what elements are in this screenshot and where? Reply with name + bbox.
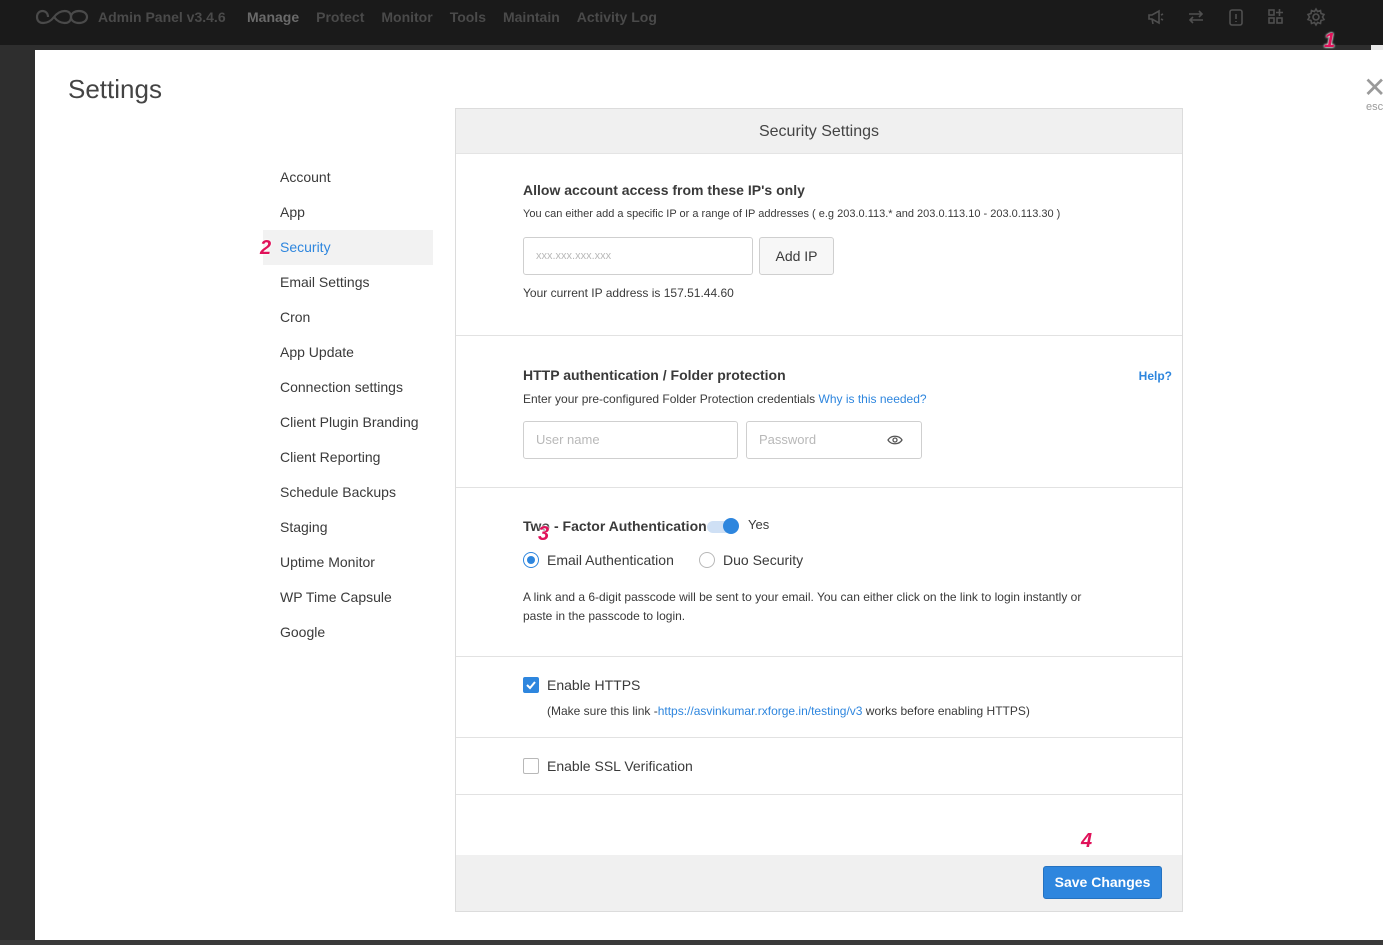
toggle-yes-label: Yes <box>748 517 770 532</box>
sidebar-item-security[interactable]: Security <box>263 230 433 265</box>
sidebar-item-app[interactable]: App <box>263 195 433 230</box>
ip-access-title: Allow account access from these IP's onl… <box>523 182 805 198</box>
current-ip-text: Your current IP address is 157.51.44.60 <box>523 286 734 300</box>
https-test-link[interactable]: https://asvinkumar.rxforge.in/testing/v3 <box>658 704 863 718</box>
sidebar-item-cron[interactable]: Cron <box>263 300 433 335</box>
infinity-logo-icon[interactable] <box>34 5 90 29</box>
sidebar-item-uptime-monitor[interactable]: Uptime Monitor <box>263 545 433 580</box>
modal-title: Settings <box>68 74 162 104</box>
add-ip-button[interactable]: Add IP <box>759 237 834 275</box>
nav-tools[interactable]: Tools <box>450 9 486 25</box>
duo-security-label[interactable]: Duo Security <box>723 552 803 568</box>
app-title: Admin Panel v3.4.6 <box>98 9 226 25</box>
two-factor-description-1: A link and a 6-digit passcode will be se… <box>523 590 1082 604</box>
two-factor-toggle[interactable] <box>707 518 739 534</box>
email-auth-radio[interactable] <box>523 552 539 568</box>
sidebar-item-email-settings[interactable]: Email Settings <box>263 265 433 300</box>
close-icon[interactable]: ✕ <box>1363 74 1383 102</box>
sidebar-item-schedule-backups[interactable]: Schedule Backups <box>263 475 433 510</box>
eye-icon[interactable] <box>887 434 903 446</box>
main-nav: Manage Protect Monitor Tools Maintain Ac… <box>247 9 674 25</box>
settings-sidebar: Account App Security Email Settings Cron… <box>263 160 433 650</box>
transfer-icon[interactable] <box>1186 7 1208 29</box>
annotation-4: 4 <box>1081 830 1093 852</box>
sidebar-item-client-reporting[interactable]: Client Reporting <box>263 440 433 475</box>
nav-monitor[interactable]: Monitor <box>381 9 432 25</box>
https-section: Enable HTTPS (Make sure this link -https… <box>456 657 1182 738</box>
enable-ssl-checkbox[interactable] <box>523 758 539 774</box>
bottom-strip <box>0 940 1383 945</box>
annotation-3: 3 <box>538 523 550 545</box>
save-changes-button[interactable]: Save Changes <box>1043 866 1162 899</box>
http-auth-title: HTTP authentication / Folder protection <box>523 367 786 383</box>
password-input[interactable]: Password <box>746 421 922 459</box>
ip-access-section: Allow account access from these IP's onl… <box>456 155 1182 336</box>
sidebar-item-connection-settings[interactable]: Connection settings <box>263 370 433 405</box>
enable-https-checkbox[interactable] <box>523 677 539 693</box>
check-icon <box>526 681 536 690</box>
gear-icon[interactable] <box>1306 7 1328 29</box>
sidebar-item-google[interactable]: Google <box>263 615 433 650</box>
settings-modal: Settings ✕ esc Account App Security Emai… <box>35 50 1383 940</box>
close-esc-label: esc <box>1366 101 1383 113</box>
ip-access-subtitle: You can either add a specific IP or a ra… <box>523 208 1061 220</box>
password-placeholder: Password <box>759 432 817 447</box>
sidebar-item-client-plugin-branding[interactable]: Client Plugin Branding <box>263 405 433 440</box>
toggle-knob <box>723 518 739 534</box>
ssl-section: Enable SSL Verification <box>456 738 1182 795</box>
duo-security-radio[interactable] <box>699 552 715 568</box>
addons-icon[interactable] <box>1266 7 1288 29</box>
two-factor-section: Two - Factor Authentication Yes Email Aut… <box>456 488 1182 657</box>
https-note: (Make sure this link -https://asvinkumar… <box>547 704 1030 718</box>
http-auth-subtitle-text: Enter your pre-configured Folder Protect… <box>523 392 816 406</box>
megaphone-icon[interactable] <box>1146 7 1168 29</box>
ip-address-input[interactable]: xxx.xxx.xxx.xxx <box>523 237 753 275</box>
enable-ssl-label[interactable]: Enable SSL Verification <box>547 758 693 774</box>
sidebar-item-app-update[interactable]: App Update <box>263 335 433 370</box>
email-auth-label[interactable]: Email Authentication <box>547 552 674 568</box>
http-auth-subtitle: Enter your pre-configured Folder Protect… <box>523 392 927 406</box>
two-factor-title-b: - Factor Authentication <box>553 518 707 534</box>
nav-activity-log[interactable]: Activity Log <box>577 9 657 25</box>
https-note-prefix: (Make sure this link - <box>547 704 658 718</box>
why-needed-link[interactable]: Why is this needed? <box>819 392 927 406</box>
https-note-suffix: works before enabling HTTPS) <box>862 704 1030 718</box>
sidebar-item-account[interactable]: Account <box>263 160 433 195</box>
annotation-2: 2 <box>260 237 272 259</box>
sidebar-item-staging[interactable]: Staging <box>263 510 433 545</box>
nav-protect[interactable]: Protect <box>316 9 364 25</box>
username-input[interactable]: User name <box>523 421 738 459</box>
top-icon-group <box>1128 7 1328 29</box>
nav-maintain[interactable]: Maintain <box>503 9 560 25</box>
two-factor-description-2: paste in the passcode to login. <box>523 609 686 623</box>
security-settings-panel: Security Settings Allow account access f… <box>455 108 1183 912</box>
clipboard-icon[interactable] <box>1226 7 1248 29</box>
help-link[interactable]: Help? <box>1139 369 1172 383</box>
two-factor-title: Two - Factor Authentication <box>523 518 707 534</box>
top-navigation-bar: Admin Panel v3.4.6 Manage Protect Monito… <box>0 0 1383 45</box>
panel-footer: Save Changes <box>456 855 1182 911</box>
http-auth-section: HTTP authentication / Folder protection … <box>456 336 1182 488</box>
enable-https-label[interactable]: Enable HTTPS <box>547 677 640 693</box>
sidebar-item-wp-time-capsule[interactable]: WP Time Capsule <box>263 580 433 615</box>
panel-header: Security Settings <box>456 109 1182 154</box>
nav-manage[interactable]: Manage <box>247 9 299 25</box>
